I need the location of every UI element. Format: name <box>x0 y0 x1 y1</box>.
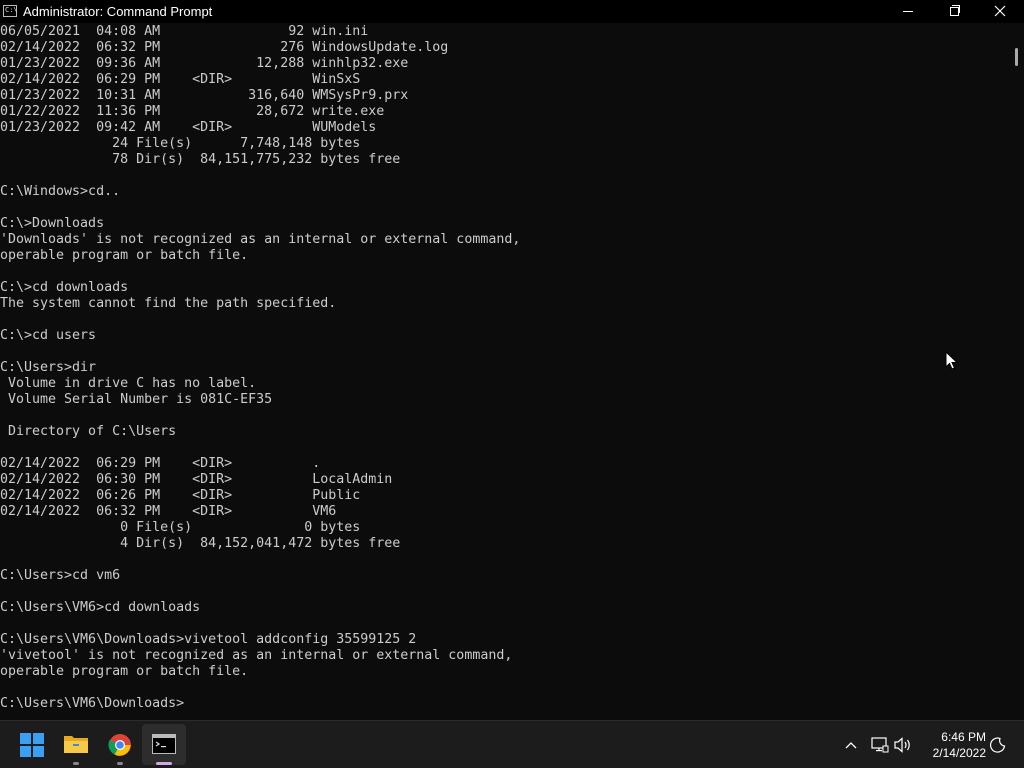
running-indicator <box>73 762 79 765</box>
mouse-pointer-icon <box>945 351 959 370</box>
console-line: C:\Users>dir <box>0 360 97 375</box>
console-line: C:\>cd users <box>0 328 97 343</box>
volume-button[interactable] <box>892 721 916 768</box>
console-line: operable program or batch file. <box>0 664 249 679</box>
focus-assist-icon <box>990 737 1006 753</box>
folder-icon <box>64 736 88 753</box>
console-line: 02/14/2022 06:29 PM <DIR> . <box>0 456 321 471</box>
chrome-button[interactable] <box>98 721 142 768</box>
scrollbar-thumb[interactable] <box>1015 48 1018 66</box>
console-line: C:\Users\VM6>cd downloads <box>0 600 201 615</box>
console-line: 06/05/2021 04:08 AM 92 win.ini <box>0 24 369 39</box>
console-line: The system cannot find the path specifie… <box>0 296 337 311</box>
console-line: C:\Users\VM6\Downloads>vivetool addconfi… <box>0 632 417 647</box>
active-indicator <box>156 762 172 765</box>
console-line: 02/14/2022 06:26 PM <DIR> Public <box>0 488 361 503</box>
close-icon <box>994 5 1006 17</box>
taskbar: 6:46 PM 2/14/2022 <box>0 720 1024 768</box>
console-line: 78 Dir(s) 84,151,775,232 bytes free <box>0 152 401 167</box>
close-button[interactable] <box>977 0 1023 23</box>
file-explorer-button[interactable] <box>54 721 98 768</box>
console-text: 06/05/2021 04:08 AM 92 win.ini 02/14/2022… <box>0 24 1008 712</box>
maximize-icon <box>950 7 959 16</box>
console-line: C:\Windows>cd.. <box>0 184 121 199</box>
system-clock[interactable]: 6:46 PM 2/14/2022 <box>920 729 986 761</box>
console-line: C:\Users>cd vm6 <box>0 568 121 583</box>
console-line: 02/14/2022 06:32 PM <DIR> VM6 <box>0 504 337 519</box>
console-line: C:\Users\VM6\Downloads> <box>0 696 185 711</box>
network-button[interactable] <box>868 721 892 768</box>
windows-logo-icon <box>20 733 44 757</box>
terminal-icon <box>152 734 176 754</box>
focus-assist-button[interactable] <box>986 721 1010 768</box>
console-line: Directory of C:\Users <box>0 424 177 439</box>
title-bar[interactable]: C:\ Administrator: Command Prompt <box>0 0 1024 23</box>
network-icon <box>871 737 889 753</box>
maximize-button[interactable] <box>931 0 977 23</box>
cmd-icon-glyph: C:\ <box>5 6 18 14</box>
console-line: 01/22/2022 11:36 PM 28,672 write.exe <box>0 104 385 119</box>
console-output[interactable]: 06/05/2021 04:08 AM 92 win.ini 02/14/2022… <box>0 24 1008 720</box>
chevron-up-icon <box>845 742 857 749</box>
console-line: Volume in drive C has no label. <box>0 376 257 391</box>
console-line: 'vivetool' is not recognized as an inter… <box>0 648 513 663</box>
minimize-icon <box>903 11 913 12</box>
clock-date: 2/14/2022 <box>932 746 986 760</box>
volume-icon <box>894 737 910 753</box>
minimize-button[interactable] <box>885 0 931 23</box>
vertical-scrollbar[interactable] <box>1008 24 1024 720</box>
window-title: Administrator: Command Prompt <box>23 4 213 19</box>
console-line: 02/14/2022 06:29 PM <DIR> WinSxS <box>0 72 361 87</box>
clock-time: 6:46 PM <box>941 730 986 744</box>
start-button[interactable] <box>10 721 54 768</box>
console-line: 4 Dir(s) 84,152,041,472 bytes free <box>0 536 401 551</box>
chrome-icon <box>108 734 131 756</box>
console-line: 01/23/2022 09:36 AM 12,288 winhlp32.exe <box>0 56 409 71</box>
console-line: operable program or batch file. <box>0 248 249 263</box>
console-line: 0 File(s) 0 bytes <box>0 520 361 535</box>
console-line: 01/23/2022 09:42 AM <DIR> WUModels <box>0 120 377 135</box>
console-line: 24 File(s) 7,748,148 bytes <box>0 136 361 151</box>
show-hidden-icons-button[interactable] <box>839 721 863 768</box>
running-indicator <box>117 762 123 765</box>
console-line: 'Downloads' is not recognized as an inte… <box>0 232 521 247</box>
cmd-icon[interactable]: C:\ <box>3 5 18 17</box>
command-prompt-button[interactable] <box>142 724 186 765</box>
console-line: 02/14/2022 06:30 PM <DIR> LocalAdmin <box>0 472 393 487</box>
console-line: 01/23/2022 10:31 AM 316,640 WMSysPr9.prx <box>0 88 409 103</box>
console-line: C:\>Downloads <box>0 216 105 231</box>
console-line: Volume Serial Number is 081C-EF35 <box>0 392 273 407</box>
console-line: C:\>cd downloads <box>0 280 129 295</box>
console-line: 02/14/2022 06:32 PM 276 WindowsUpdate.lo… <box>0 40 449 55</box>
